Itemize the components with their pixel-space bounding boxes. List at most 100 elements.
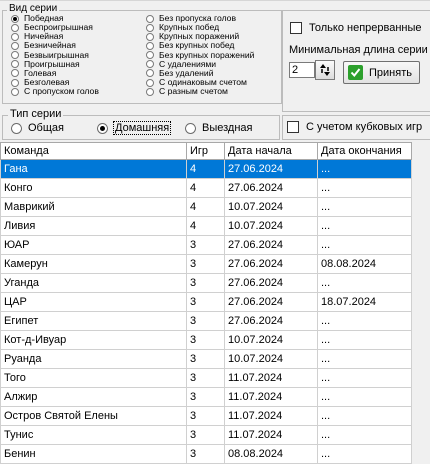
radio-button[interactable] <box>11 14 19 23</box>
cell-games[interactable]: 3 <box>187 350 225 369</box>
cell-end-date[interactable]: ... <box>318 388 412 407</box>
cup-games-box[interactable] <box>287 121 299 133</box>
table-row[interactable]: Гана 4 27.06.2024... <box>0 160 430 179</box>
cell-start-date[interactable]: 27.06.2024 <box>225 274 318 293</box>
cell-games[interactable]: 3 <box>187 445 225 464</box>
table-row[interactable]: Египет 3 27.06.2024... <box>0 312 430 331</box>
column-header-end-date[interactable]: Дата окончания <box>318 142 412 160</box>
radio-button[interactable] <box>146 69 154 78</box>
table-row[interactable]: Уганда 3 27.06.2024... <box>0 274 430 293</box>
cell-start-date[interactable]: 10.07.2024 <box>225 198 318 217</box>
cell-start-date[interactable]: 10.07.2024 <box>225 217 318 236</box>
cell-end-date[interactable]: ... <box>318 407 412 426</box>
cell-team[interactable]: Гана <box>0 160 187 179</box>
cell-start-date[interactable]: 27.06.2024 <box>225 160 318 179</box>
radio-button[interactable] <box>11 87 19 96</box>
cell-team[interactable]: Кот-д-Ивуар <box>0 331 187 350</box>
radio-button[interactable] <box>11 32 19 41</box>
radio-button[interactable] <box>146 32 154 41</box>
radio-button[interactable] <box>11 51 19 60</box>
cell-games[interactable]: 4 <box>187 160 225 179</box>
cell-games[interactable]: 4 <box>187 179 225 198</box>
cell-team[interactable]: Бенин <box>0 445 187 464</box>
cell-games[interactable]: 3 <box>187 388 225 407</box>
series-kind-option[interactable]: С разным счетом <box>146 87 228 96</box>
cell-end-date[interactable]: ... <box>318 312 412 331</box>
radio-button[interactable] <box>146 51 154 60</box>
radio-home[interactable] <box>97 122 108 134</box>
cell-team[interactable]: Алжир <box>0 388 187 407</box>
min-length-spinner[interactable] <box>315 60 335 80</box>
table-row[interactable]: ЮАР 3 27.06.2024... <box>0 236 430 255</box>
cell-games[interactable]: 3 <box>187 369 225 388</box>
cell-team[interactable]: Остров Святой Елены <box>0 407 187 426</box>
cell-team[interactable]: Того <box>0 369 187 388</box>
table-row[interactable]: Тунис 3 11.07.2024... <box>0 426 430 445</box>
table-row[interactable]: Маврикий 4 10.07.2024... <box>0 198 430 217</box>
cell-team[interactable]: Уганда <box>0 274 187 293</box>
cell-end-date[interactable]: 18.07.2024 <box>318 293 412 312</box>
column-header-start-date[interactable]: Дата начала <box>225 142 318 160</box>
min-length-input[interactable]: 2 <box>289 62 315 78</box>
cell-end-date[interactable]: ... <box>318 179 412 198</box>
table-row[interactable]: Остров Святой Елены 3 11.07.2024... <box>0 407 430 426</box>
radio-button[interactable] <box>11 69 19 78</box>
cell-start-date[interactable]: 11.07.2024 <box>225 369 318 388</box>
table-row[interactable]: Руанда 3 10.07.2024... <box>0 350 430 369</box>
cup-games-checkbox[interactable]: С учетом кубковых игр <box>287 121 422 133</box>
radio-away[interactable] <box>185 122 196 134</box>
cell-end-date[interactable]: ... <box>318 350 412 369</box>
cell-games[interactable]: 3 <box>187 236 225 255</box>
table-row[interactable]: Конго 4 27.06.2024... <box>0 179 430 198</box>
column-header-team[interactable]: Команда <box>0 142 187 160</box>
cell-games[interactable]: 3 <box>187 407 225 426</box>
cell-start-date[interactable]: 10.07.2024 <box>225 331 318 350</box>
cell-team[interactable]: ЦАР <box>0 293 187 312</box>
cell-start-date[interactable]: 27.06.2024 <box>225 312 318 331</box>
cell-end-date[interactable]: ... <box>318 160 412 179</box>
cell-end-date[interactable]: ... <box>318 426 412 445</box>
cell-games[interactable]: 4 <box>187 198 225 217</box>
cell-start-date[interactable]: 11.07.2024 <box>225 388 318 407</box>
radio-button[interactable] <box>146 78 154 87</box>
table-row[interactable]: Кот-д-Ивуар 3 10.07.2024... <box>0 331 430 350</box>
cell-games[interactable]: 4 <box>187 217 225 236</box>
only-continuous-box[interactable] <box>290 22 302 34</box>
cell-team[interactable]: Египет <box>0 312 187 331</box>
table-row[interactable]: Бенин 3 08.08.2024... <box>0 445 430 464</box>
cell-end-date[interactable]: ... <box>318 198 412 217</box>
cell-end-date[interactable]: 08.08.2024 <box>318 255 412 274</box>
cell-start-date[interactable]: 27.06.2024 <box>225 179 318 198</box>
cell-end-date[interactable]: ... <box>318 274 412 293</box>
cell-games[interactable]: 3 <box>187 426 225 445</box>
apply-button[interactable]: Принять <box>343 61 420 84</box>
series-type-general-radio[interactable]: Общая <box>11 121 64 135</box>
cell-end-date[interactable]: ... <box>318 369 412 388</box>
radio-button[interactable] <box>11 23 19 32</box>
cell-end-date[interactable]: ... <box>318 236 412 255</box>
radio-general[interactable] <box>11 122 22 134</box>
radio-button[interactable] <box>11 41 19 50</box>
cell-games[interactable]: 3 <box>187 293 225 312</box>
cell-end-date[interactable]: ... <box>318 331 412 350</box>
cell-start-date[interactable]: 08.08.2024 <box>225 445 318 464</box>
radio-button[interactable] <box>146 87 154 96</box>
column-header-games[interactable]: Игр <box>187 142 225 160</box>
radio-button[interactable] <box>11 60 19 69</box>
table-row[interactable]: Камерун 3 27.06.2024 08.08.2024 <box>0 255 430 274</box>
cell-end-date[interactable]: ... <box>318 445 412 464</box>
series-type-home-radio[interactable]: Домашняя <box>97 121 172 135</box>
cell-start-date[interactable]: 27.06.2024 <box>225 236 318 255</box>
cell-team[interactable]: Конго <box>0 179 187 198</box>
cell-games[interactable]: 3 <box>187 312 225 331</box>
radio-button[interactable] <box>146 23 154 32</box>
cell-team[interactable]: Руанда <box>0 350 187 369</box>
cell-games[interactable]: 3 <box>187 274 225 293</box>
series-kind-option[interactable]: С пропуском голов <box>11 87 99 96</box>
cell-team[interactable]: ЮАР <box>0 236 187 255</box>
cell-team[interactable]: Маврикий <box>0 198 187 217</box>
table-row[interactable]: ЦАР 3 27.06.2024 18.07.2024 <box>0 293 430 312</box>
cell-team[interactable]: Тунис <box>0 426 187 445</box>
series-type-away-radio[interactable]: Выездная <box>185 121 253 135</box>
cell-team[interactable]: Камерун <box>0 255 187 274</box>
